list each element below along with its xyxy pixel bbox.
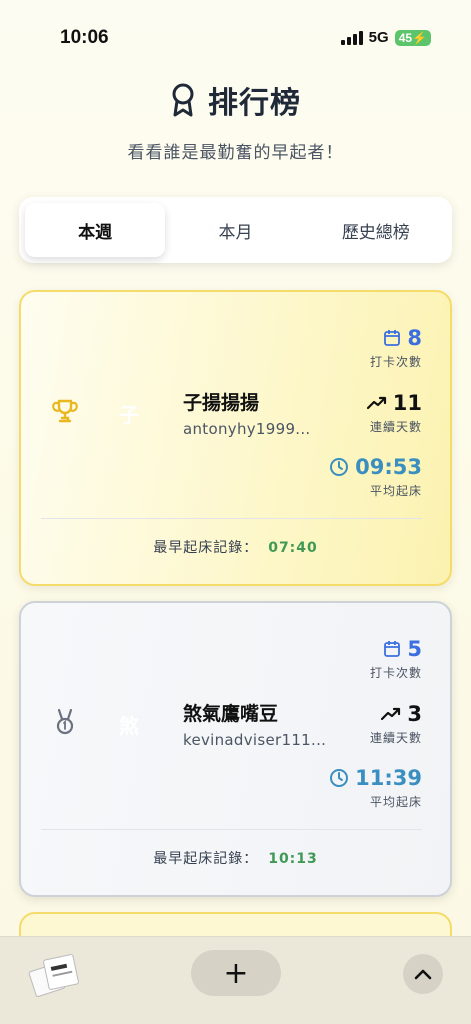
ribbon-award-icon: [172, 83, 194, 117]
battery-icon: 45⚡: [394, 29, 431, 46]
tab-this-month[interactable]: 本月: [165, 203, 305, 257]
earliest-label: 最早起床記錄：: [153, 851, 259, 867]
clock-icon: [330, 769, 349, 787]
earliest-time: 07:40: [268, 540, 318, 556]
checkins-label: 打卡次數: [369, 355, 422, 369]
clock-icon: [330, 458, 349, 476]
tab-this-week[interactable]: 本週: [25, 203, 166, 257]
period-tabs: 本週 本月 歷史總榜: [19, 197, 452, 263]
checkins-stat: 5 打卡次數: [370, 637, 422, 681]
leaderboard-card-rank-1[interactable]: 子 子揚揚揚 antonyhy1999... 8 打卡次數 11 連續天數 09…: [19, 290, 452, 586]
earliest-record: 最早起床記錄： 10:13: [21, 848, 450, 868]
streak-value: 11: [392, 391, 422, 415]
divider: [41, 829, 422, 830]
status-time: 10:06: [60, 27, 109, 48]
status-indicators: 5G 45⚡: [340, 29, 431, 46]
avg-wake-stat: 09:53 平均起床: [329, 455, 422, 499]
add-button[interactable]: +: [191, 950, 281, 996]
checkins-stat: 8 打卡次數: [370, 326, 422, 370]
trending-up-icon: [381, 707, 401, 721]
status-bar: 10:06 5G 45⚡: [0, 0, 471, 70]
avg-wake-label: 平均起床: [369, 484, 422, 498]
screenshot-thumbnail-icon[interactable]: [28, 951, 80, 999]
medal-icon: [56, 708, 74, 735]
streak-label: 連續天數: [369, 731, 422, 745]
network-type: 5G: [368, 29, 389, 46]
leaderboard-card-rank-2[interactable]: 煞 煞氣鷹嘴豆 kevinadviser111... 5 打卡次數 3 連續天數…: [19, 601, 452, 897]
streak-stat: 11 連續天數: [366, 391, 422, 435]
user-name: 子揚揚揚: [183, 392, 260, 414]
checkins-value: 8: [407, 326, 422, 350]
checkins-value: 5: [407, 637, 422, 661]
earliest-time: 10:13: [268, 851, 318, 867]
user-id: antonyhy1999...: [183, 420, 311, 438]
avg-wake-stat: 11:39 平均起床: [329, 766, 422, 810]
streak-value: 3: [407, 702, 422, 726]
battery-level: 45: [398, 30, 413, 45]
cellular-signal-icon: [340, 30, 363, 45]
avg-wake-label: 平均起床: [369, 795, 422, 809]
user-id: kevinadviser111...: [183, 731, 327, 749]
user-name: 煞氣鷹嘴豆: [183, 703, 279, 725]
page-header: 排行榜 看看誰是最勤奮的早起者！: [0, 78, 471, 163]
tab-all-time[interactable]: 歷史總榜: [306, 203, 446, 257]
trophy-icon: [52, 399, 78, 423]
checkins-label: 打卡次數: [369, 666, 422, 680]
avatar: 煞: [119, 714, 139, 738]
divider: [41, 518, 422, 519]
earliest-record: 最早起床記錄： 07:40: [21, 537, 450, 557]
chevron-up-icon: [414, 969, 432, 980]
avg-wake-value: 09:53: [355, 455, 422, 479]
trending-up-icon: [366, 396, 386, 410]
streak-stat: 3 連續天數: [370, 702, 422, 746]
calendar-icon: [384, 641, 401, 657]
bottom-toolbar: +: [0, 936, 471, 1024]
page-title: 排行榜: [208, 86, 301, 121]
calendar-icon: [384, 330, 401, 346]
scroll-top-button[interactable]: [403, 954, 443, 994]
streak-label: 連續天數: [369, 420, 422, 434]
earliest-label: 最早起床記錄：: [153, 540, 259, 556]
page-subtitle: 看看誰是最勤奮的早起者！: [127, 143, 344, 163]
avg-wake-value: 11:39: [355, 766, 422, 790]
avatar: 子: [119, 403, 139, 427]
